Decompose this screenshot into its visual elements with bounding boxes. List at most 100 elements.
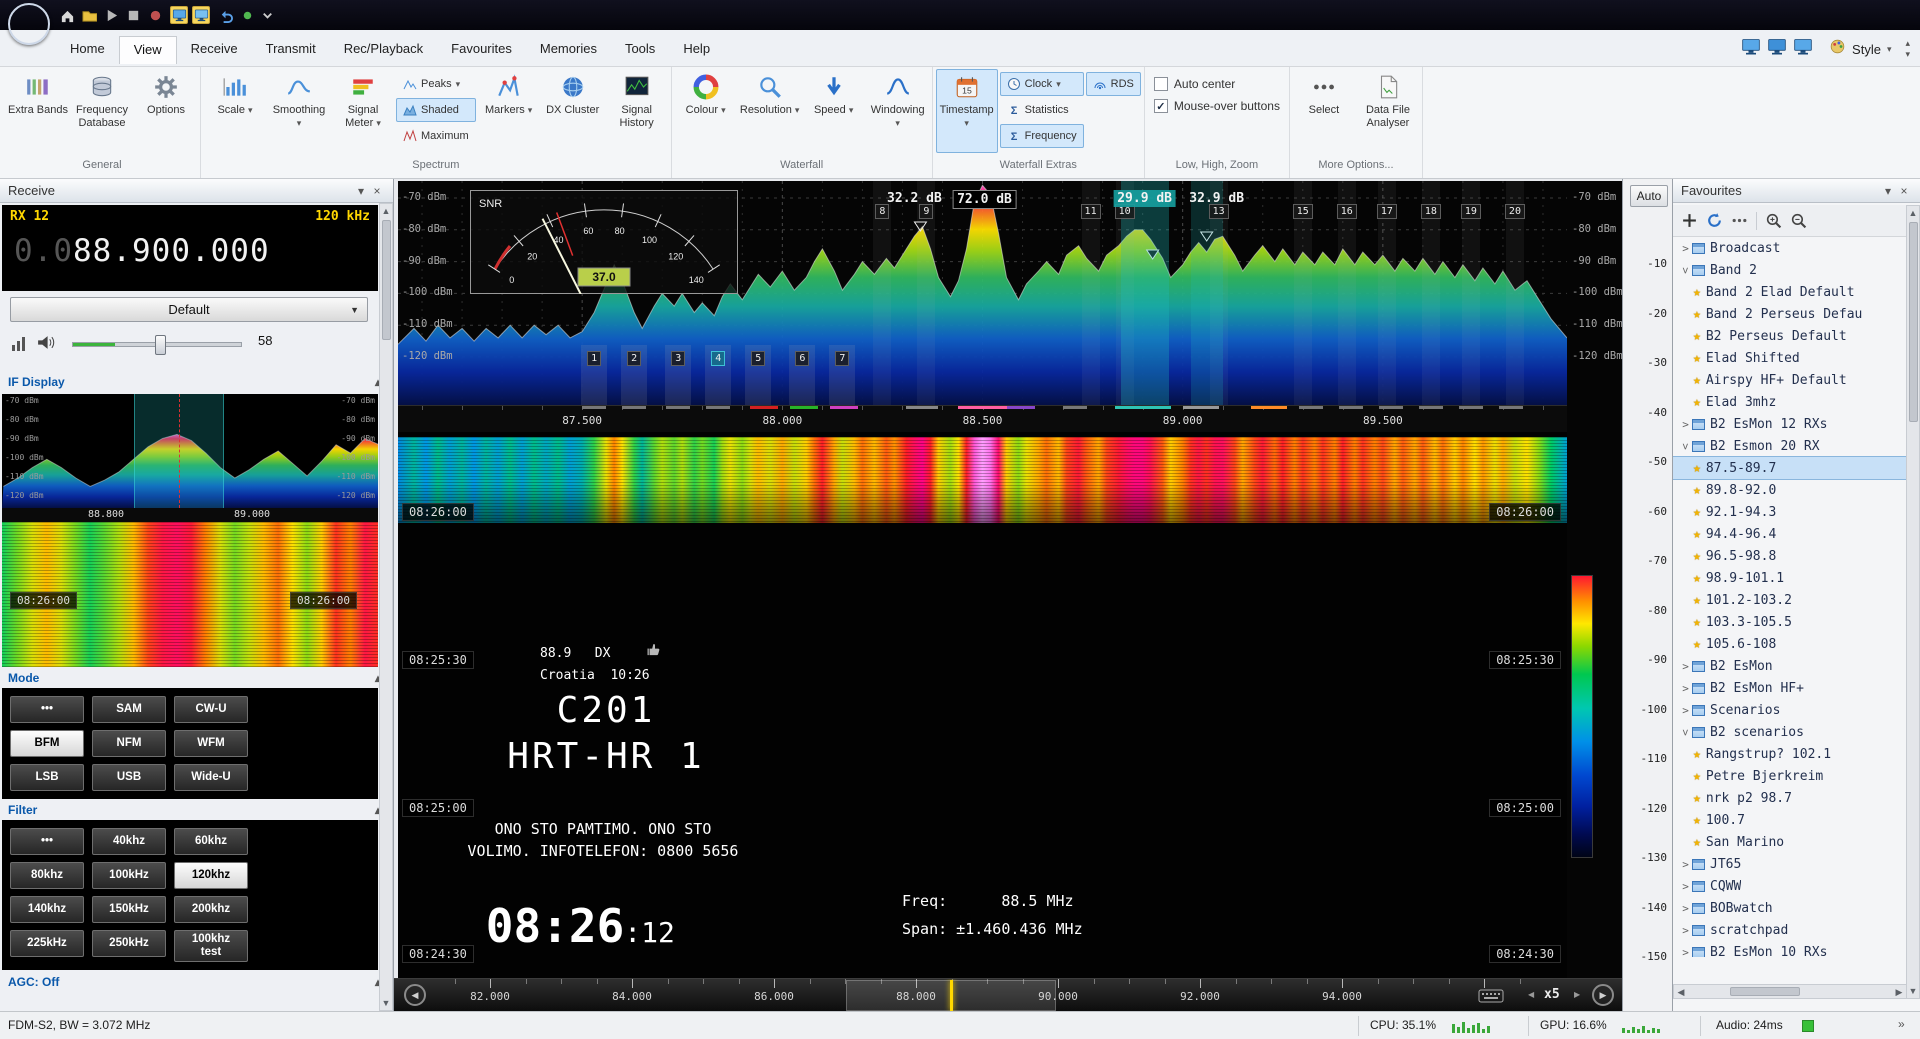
tree-item-cqww[interactable]: >CQWW: [1673, 875, 1907, 897]
waterfall-display[interactable]: 88.9 DX Croatia 10:26 C201 HRT-HR 1 ONO …: [398, 432, 1567, 978]
zoom-out-button[interactable]: [1790, 212, 1807, 229]
filter-40khz-button[interactable]: 40khz: [92, 828, 166, 855]
statistics-button[interactable]: ΣStatistics: [1000, 98, 1084, 122]
spectrum-marker-17[interactable]: 17: [1377, 204, 1397, 219]
frequency-database-button[interactable]: Frequency Database: [71, 69, 133, 153]
chevron-collapsed-icon[interactable]: >: [1679, 880, 1692, 893]
chevron-expanded-icon[interactable]: >: [1679, 440, 1692, 453]
tree-item-103-3-105-5[interactable]: ★103.3-105.5: [1673, 611, 1907, 633]
tree-item-san-marino[interactable]: ★San Marino: [1673, 831, 1907, 853]
filter-80khz-button[interactable]: 80khz: [10, 862, 84, 889]
frequency-navigation-bar[interactable]: ◀ 82.00084.00086.00088.00090.00092.00094…: [394, 978, 1622, 1011]
close-icon[interactable]: ×: [1896, 184, 1912, 198]
spectrum-marker-18[interactable]: 18: [1421, 204, 1441, 219]
tree-item-elad-3mhz[interactable]: ★Elad 3mhz: [1673, 391, 1907, 413]
chevron-down-icon[interactable]: ▾: [1880, 184, 1896, 198]
tab-favourites[interactable]: Favourites: [437, 36, 526, 64]
spectrum-marker-1[interactable]: 1: [587, 351, 601, 366]
speaker-icon[interactable]: [36, 334, 55, 356]
spectrum-marker-6[interactable]: 6: [795, 351, 809, 366]
scroll-up-icon[interactable]: ▲: [380, 206, 392, 216]
mode---button[interactable]: •••: [10, 696, 84, 723]
volume-slider-thumb[interactable]: [155, 335, 166, 355]
tab-receive[interactable]: Receive: [177, 36, 252, 64]
screen-icon[interactable]: [192, 6, 210, 24]
filter-200khz-button[interactable]: 200khz: [174, 896, 248, 923]
spectrum-marker-19[interactable]: 19: [1461, 204, 1481, 219]
close-icon[interactable]: ×: [369, 184, 385, 198]
speed-button[interactable]: Speed ▾: [803, 69, 865, 153]
spectrum-marker-4[interactable]: 4: [711, 351, 725, 366]
volume-slider[interactable]: [72, 342, 242, 347]
record-icon[interactable]: [146, 6, 164, 24]
filter-60khz-button[interactable]: 60khz: [174, 828, 248, 855]
mode-nfm-button[interactable]: NFM: [92, 730, 166, 757]
tree-item-band-2-elad-default[interactable]: ★Band 2 Elad Default: [1673, 281, 1907, 303]
mode-bfm-button[interactable]: BFM: [10, 730, 84, 757]
tree-item-b2-perseus-default[interactable]: ★B2 Perseus Default: [1673, 325, 1907, 347]
mode-wide-u-button[interactable]: Wide-U: [174, 764, 248, 791]
preset-dropdown[interactable]: Default ▼: [10, 297, 368, 322]
style-button[interactable]: Style: [1852, 42, 1881, 57]
chevron-collapsed-icon[interactable]: >: [1679, 660, 1692, 673]
tab-memories[interactable]: Memories: [526, 36, 611, 64]
peaks-button[interactable]: Peaks▾: [396, 72, 476, 96]
monitor-icon[interactable]: [1767, 37, 1787, 62]
mouse-over-buttons-checkbox[interactable]: ✓Mouse-over buttons: [1154, 99, 1280, 113]
signal-history-button[interactable]: Signal History: [606, 69, 668, 153]
extra-bands-button[interactable]: Extra Bands: [7, 69, 69, 153]
tab-home[interactable]: Home: [56, 36, 119, 64]
scroll-down-icon[interactable]: ▼: [380, 998, 392, 1008]
filter-140khz-button[interactable]: 140khz: [10, 896, 84, 923]
filter---button[interactable]: •••: [10, 828, 84, 855]
spectrum-marker-3[interactable]: 3: [671, 351, 685, 366]
mode-wfm-button[interactable]: WFM: [174, 730, 248, 757]
tree-item-airspy-hf-default[interactable]: ★Airspy HF+ Default: [1673, 369, 1907, 391]
select-button[interactable]: Select: [1293, 69, 1355, 153]
favourites-vscrollbar[interactable]: ▲ ▼: [1906, 205, 1920, 999]
ribbon-collapse-icon[interactable]: ▴▾: [1905, 38, 1910, 60]
favourites-hscrollbar[interactable]: ◀ ▶: [1673, 984, 1907, 999]
if-display-header[interactable]: IF Display▴: [0, 372, 394, 392]
tree-item-b2-esmon-10-rxs[interactable]: >B2 EsMon 10 RXs: [1673, 941, 1907, 957]
zoom-in-button[interactable]: [1765, 212, 1782, 229]
chevron-collapsed-icon[interactable]: >: [1679, 242, 1692, 255]
markers-button[interactable]: Markers ▾: [478, 69, 540, 153]
tree-item-scratchpad[interactable]: >scratchpad: [1673, 919, 1907, 941]
frequency-button[interactable]: ΣFrequency: [1000, 124, 1084, 148]
spectrum-marker-15[interactable]: 15: [1293, 204, 1313, 219]
play-icon[interactable]: [102, 6, 120, 24]
data-file-analyser-button[interactable]: Data File Analyser: [1357, 69, 1419, 153]
clock-button[interactable]: Clock▾: [1000, 72, 1084, 96]
tree-item-b2-esmon-12-rxs[interactable]: >B2 EsMon 12 RXs: [1673, 413, 1907, 435]
tree-item-band-2-perseus-defau[interactable]: ★Band 2 Perseus Defau: [1673, 303, 1907, 325]
colour-button[interactable]: Colour ▾: [675, 69, 737, 153]
add-favourite-button[interactable]: [1681, 212, 1698, 229]
timestamp-button[interactable]: 15Timestamp ▾: [936, 69, 998, 153]
home-icon[interactable]: [58, 6, 76, 24]
undo-icon[interactable]: [216, 6, 234, 24]
tab-transmit[interactable]: Transmit: [252, 36, 330, 64]
mode-usb-button[interactable]: USB: [92, 764, 166, 791]
tree-item-b2-scenarios[interactable]: >B2 scenarios: [1673, 721, 1907, 743]
tree-item-rangstrup-102-1[interactable]: ★Rangstrup? 102.1: [1673, 743, 1907, 765]
tree-item-b2-esmon-20-rx[interactable]: >B2 Esmon 20 RX: [1673, 435, 1907, 457]
scroll-down-icon[interactable]: ▼: [1907, 986, 1919, 996]
maximum-button[interactable]: Maximum: [396, 124, 476, 148]
chevron-collapsed-icon[interactable]: >: [1679, 682, 1692, 695]
signal-meter-button[interactable]: Signal Meter ▾: [332, 69, 394, 153]
tree-item-b2-esmon[interactable]: >B2 EsMon: [1673, 655, 1907, 677]
chevron-expanded-icon[interactable]: >: [1679, 264, 1692, 277]
refresh-button[interactable]: [1706, 212, 1723, 229]
chevron-expanded-icon[interactable]: >: [1679, 726, 1692, 739]
more-options-button[interactable]: [1731, 212, 1748, 229]
mode-cw-u-button[interactable]: CW-U: [174, 696, 248, 723]
customize-chevron-icon[interactable]: [258, 6, 276, 24]
auto-center-checkbox[interactable]: Auto center: [1154, 77, 1280, 91]
spectrum-marker-2[interactable]: 2: [627, 351, 641, 366]
tree-item-98-9-101-1[interactable]: ★98.9-101.1: [1673, 567, 1907, 589]
tree-item-elad-shifted[interactable]: ★Elad Shifted: [1673, 347, 1907, 369]
filter-100khz-test-button[interactable]: 100khz test: [174, 930, 248, 962]
chevron-collapsed-icon[interactable]: >: [1679, 946, 1692, 958]
tab-tools[interactable]: Tools: [611, 36, 669, 64]
